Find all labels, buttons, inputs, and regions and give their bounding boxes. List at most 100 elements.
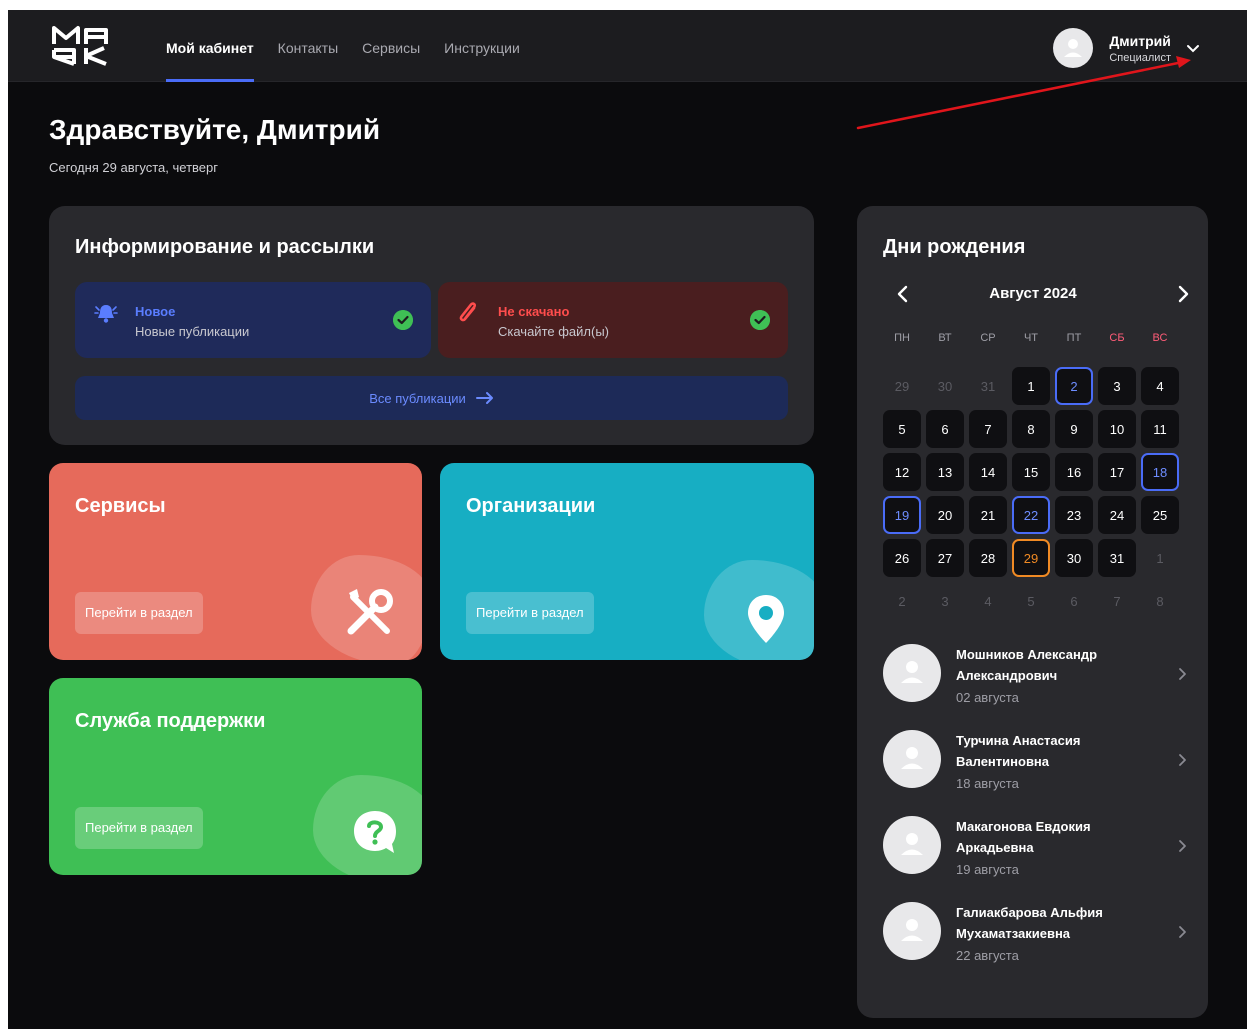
tile-new-publications[interactable]: Новое Новые публикации [75, 282, 431, 358]
calendar-day[interactable]: 27 [926, 539, 964, 577]
chevron-right-icon[interactable] [1176, 752, 1188, 768]
info-card-title: Информирование и рассылки [75, 236, 375, 258]
chevron-right-icon[interactable] [1176, 924, 1188, 940]
birthday-person-name: Мошников Александр Александрович [956, 647, 1098, 683]
app-window: Мой кабинет Контакты Сервисы Инструкции … [8, 10, 1247, 1029]
birthday-date: 22 августа [956, 948, 1019, 963]
calendar-day[interactable]: 25 [1141, 496, 1179, 534]
weekday-label: СБ [1109, 332, 1125, 344]
calendar-day-birthday[interactable]: 2 [1055, 367, 1093, 405]
nav-instructions[interactable]: Инструкции [444, 10, 520, 82]
calendar-day-birthday[interactable]: 22 [1012, 496, 1050, 534]
support-card[interactable]: Служба поддержки Перейти в раздел [49, 678, 422, 875]
main-nav: Мой кабинет Контакты Сервисы Инструкции [166, 10, 520, 82]
calendar-day: 30 [937, 378, 953, 394]
weekday-label: ПН [894, 332, 910, 344]
calendar-day: 6 [1070, 593, 1078, 609]
chevron-right-icon[interactable] [1173, 282, 1193, 306]
avatar [883, 644, 941, 702]
calendar-day[interactable]: 8 [1012, 410, 1050, 448]
nav-my-cabinet[interactable]: Мой кабинет [166, 10, 254, 82]
calendar-day: 8 [1156, 593, 1164, 609]
calendar-day[interactable]: 23 [1055, 496, 1093, 534]
calendar-day[interactable]: 16 [1055, 453, 1093, 491]
birthday-list-item[interactable]: Мошников Александр Александрович 02 авгус… [883, 636, 1188, 722]
calendar-month: Август 2024 [989, 285, 1077, 302]
tile-not-downloaded[interactable]: Не скачано Скачайте файл(ы) [438, 282, 788, 358]
calendar-day[interactable]: 17 [1098, 453, 1136, 491]
calendar-day[interactable]: 15 [1012, 453, 1050, 491]
tools-icon [347, 589, 393, 635]
birthday-list: Мошников Александр Александрович 02 авгус… [883, 636, 1188, 980]
birthday-person-name: Турчина Анастасия Валентиновна [956, 733, 1081, 769]
calendar-day: 2 [898, 593, 906, 609]
user-avatar[interactable] [1053, 28, 1094, 68]
user-name: Дмитрий [1109, 32, 1171, 49]
calendar-day[interactable]: 9 [1055, 410, 1093, 448]
calendar-day: 1 [1156, 550, 1164, 566]
calendar-days: 29 30 31 1 2 3 4 5 6 7 8 9 10 11 12 13 14 15 16 17 18 19 20 21 2… [883, 367, 1179, 620]
birthday-person-name: Галиакбарова Альфия Мухаматзакиевна [956, 905, 1103, 941]
calendar-day[interactable]: 30 [1055, 539, 1093, 577]
birthday-list-item[interactable]: Макагонова Евдокия Аркадьевна 19 августа [883, 808, 1188, 894]
calendar-day: 5 [1027, 593, 1035, 609]
calendar-day[interactable]: 6 [926, 410, 964, 448]
question-bubble-icon [354, 811, 396, 853]
user-menu[interactable]: Дмитрий Специалист [1053, 26, 1201, 70]
calendar-day[interactable]: 5 [883, 410, 921, 448]
location-pin-icon [748, 595, 784, 643]
nav-services[interactable]: Сервисы [362, 10, 420, 82]
tile-notdl-title: Не скачано [498, 304, 570, 319]
calendar-day[interactable]: 1 [1012, 367, 1050, 405]
calendar-day[interactable]: 11 [1141, 410, 1179, 448]
calendar-day: 4 [984, 593, 992, 609]
birthday-list-item[interactable]: Галиакбарова Альфия Мухаматзакиевна 22 ав… [883, 894, 1188, 980]
calendar-day[interactable]: 10 [1098, 410, 1136, 448]
support-go-button[interactable]: Перейти в раздел [75, 807, 203, 849]
user-silhouette-icon [901, 919, 923, 941]
chevron-right-icon[interactable] [1176, 666, 1188, 682]
organizations-title: Организации [466, 495, 596, 517]
calendar-day[interactable]: 26 [883, 539, 921, 577]
avatar [883, 902, 941, 960]
tile-new-title: Новое [135, 304, 176, 319]
calendar-day[interactable]: 20 [926, 496, 964, 534]
calendar-day[interactable]: 14 [969, 453, 1007, 491]
calendar-day[interactable]: 13 [926, 453, 964, 491]
calendar-day[interactable]: 28 [969, 539, 1007, 577]
calendar-day[interactable]: 7 [969, 410, 1007, 448]
calendar-day[interactable]: 21 [969, 496, 1007, 534]
organizations-go-button[interactable]: Перейти в раздел [466, 592, 594, 634]
mayak-logo[interactable] [50, 24, 114, 68]
services-card[interactable]: Сервисы Перейти в раздел [49, 463, 422, 660]
user-silhouette-icon [901, 833, 923, 855]
info-card: Информирование и рассылки Новое Новые пу… [49, 206, 814, 445]
calendar-day[interactable]: 4 [1141, 367, 1179, 405]
weekday-label: ВС [1152, 332, 1168, 344]
calendar-day[interactable]: 24 [1098, 496, 1136, 534]
birthday-date: 18 августа [956, 776, 1019, 791]
weekday-label: ЧТ [1023, 332, 1039, 344]
support-title: Служба поддержки [75, 710, 266, 732]
weekday-label: ВТ [938, 332, 952, 344]
calendar-day[interactable]: 12 [883, 453, 921, 491]
chevron-right-icon[interactable] [1176, 838, 1188, 854]
calendar-day-birthday[interactable]: 19 [883, 496, 921, 534]
avatar [883, 730, 941, 788]
calendar-day: 7 [1113, 593, 1121, 609]
services-title: Сервисы [75, 495, 166, 517]
organizations-card[interactable]: Организации Перейти в раздел [440, 463, 814, 660]
calendar-day[interactable]: 31 [1098, 539, 1136, 577]
services-go-button[interactable]: Перейти в раздел [75, 592, 203, 634]
calendar-day: 3 [941, 593, 949, 609]
calendar-day-today[interactable]: 29 [1012, 539, 1050, 577]
nav-contacts[interactable]: Контакты [278, 10, 338, 82]
calendar-day[interactable]: 3 [1098, 367, 1136, 405]
calendar-day-birthday[interactable]: 18 [1141, 453, 1179, 491]
arrow-right-icon [475, 392, 493, 404]
avatar [883, 816, 941, 874]
birthday-list-item[interactable]: Турчина Анастасия Валентиновна 18 августа [883, 722, 1188, 808]
chevron-down-icon[interactable] [1185, 40, 1201, 56]
user-info: Дмитрий Специалист [1109, 33, 1171, 64]
all-publications-button[interactable]: Все публикации [75, 376, 788, 420]
